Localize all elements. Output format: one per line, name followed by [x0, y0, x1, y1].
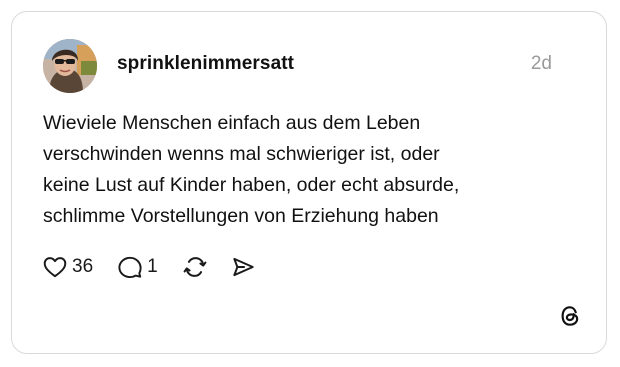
post-text: Wieviele Menschen einfach aus dem Leben … [43, 108, 583, 232]
post-card[interactable]: sprinklenimmersatt 2d Wieviele Menschen … [11, 11, 607, 354]
post-text-line: schlimme Vorstellungen von Erziehung hab… [43, 205, 439, 227]
post-actions: 36 1 [42, 252, 256, 282]
threads-logo-icon[interactable] [557, 303, 583, 329]
reply-count: 1 [147, 256, 158, 277]
share-button[interactable] [230, 254, 256, 280]
like-button[interactable]: 36 [42, 254, 93, 280]
reply-button[interactable]: 1 [117, 254, 158, 280]
repost-button[interactable] [182, 254, 208, 280]
like-count: 36 [72, 256, 94, 277]
threads-logo-icon-glyph [561, 306, 579, 326]
post-text-line: Wieviele Menschen einfach aus dem Leben [43, 112, 421, 134]
heart-icon [43, 257, 67, 278]
repost-icon [183, 257, 207, 277]
post-text-line: keine Lust auf Kinder haben, oder echt a… [43, 174, 460, 196]
avatar[interactable] [43, 39, 97, 93]
comment-icon [118, 256, 142, 279]
username[interactable]: sprinklenimmersatt [117, 53, 294, 75]
send-icon [233, 257, 254, 277]
post-timestamp[interactable]: 2d [531, 53, 552, 75]
post-text-line: verschwinden wenns mal schwieriger ist, … [43, 143, 440, 165]
avatar-image [43, 39, 97, 93]
